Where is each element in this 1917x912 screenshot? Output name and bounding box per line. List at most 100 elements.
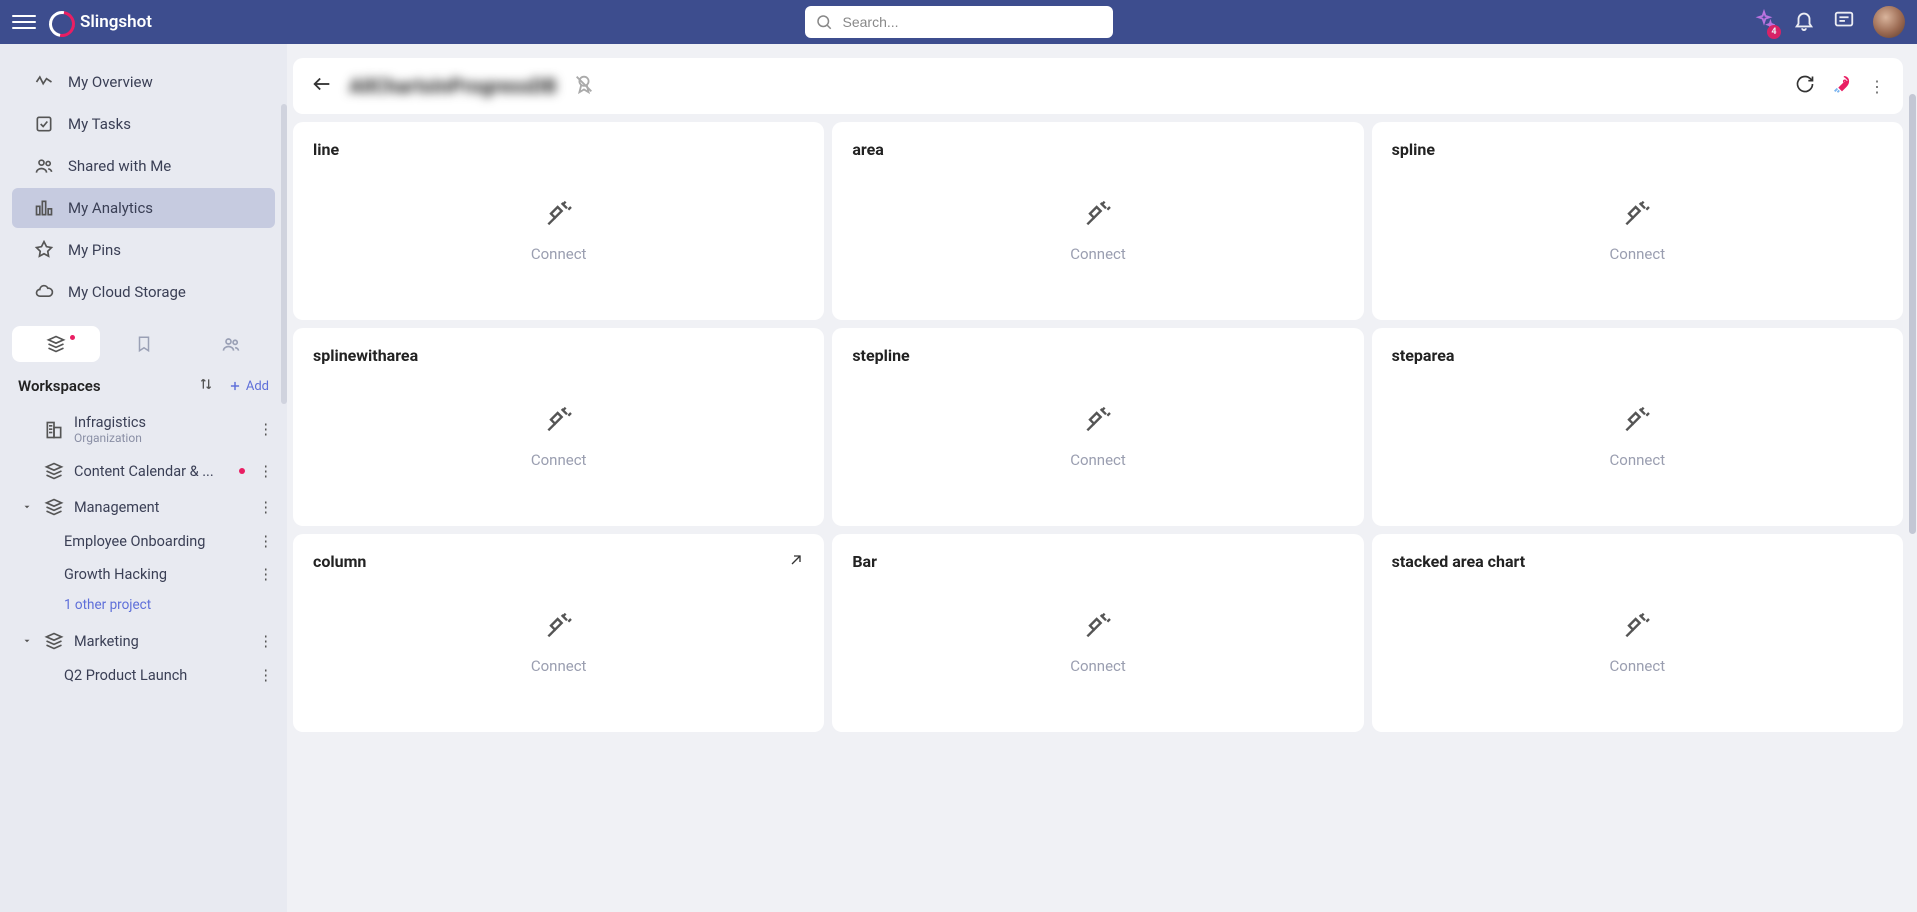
tile-body: Connect xyxy=(1392,365,1883,508)
connect-label: Connect xyxy=(1070,451,1126,469)
plug-icon xyxy=(543,611,575,647)
tile-column[interactable]: column Connect xyxy=(293,534,824,732)
connect-label: Connect xyxy=(1610,451,1666,469)
tile-spline[interactable]: spline Connect xyxy=(1372,122,1903,320)
sidebar: My Overview My Tasks Shared with Me My A… xyxy=(0,44,287,912)
search-input[interactable] xyxy=(805,6,1113,38)
tile-line[interactable]: line Connect xyxy=(293,122,824,320)
workspace-label: Management xyxy=(74,499,245,516)
sidebar-item-label: My Tasks xyxy=(68,115,131,133)
expand-icon[interactable] xyxy=(788,552,804,572)
chat-icon[interactable] xyxy=(1833,9,1855,35)
tile-body: Connect xyxy=(1392,571,1883,714)
refresh-button[interactable] xyxy=(1795,74,1815,98)
ai-sparkle-icon[interactable]: 4 xyxy=(1753,9,1775,35)
workspace-more-icon[interactable]: ⋮ xyxy=(255,533,278,550)
sidebar-item-analytics[interactable]: My Analytics xyxy=(12,188,275,228)
dashboard-grid: line Connect area Connect spline C xyxy=(293,122,1903,732)
workspace-content-calendar[interactable]: Content Calendar & ... ⋮ xyxy=(0,453,287,489)
sidebar-item-pins[interactable]: My Pins xyxy=(12,230,275,270)
connect-label: Connect xyxy=(531,245,587,263)
workspace-more-icon[interactable]: ⋮ xyxy=(255,421,278,438)
tab-bookmarks[interactable] xyxy=(100,326,188,362)
tile-stepline[interactable]: stepline Connect xyxy=(832,328,1363,526)
search-icon xyxy=(815,13,833,35)
sidebar-item-label: My Pins xyxy=(68,241,121,259)
rocket-icon[interactable] xyxy=(1831,73,1853,99)
tab-people[interactable] xyxy=(187,326,275,362)
workspace-other-projects-link[interactable]: 1 other project xyxy=(0,591,287,623)
add-workspace-button[interactable]: Add xyxy=(228,379,269,394)
tile-body: Connect xyxy=(852,571,1343,714)
workspace-more-icon[interactable]: ⋮ xyxy=(255,566,278,583)
tab-workspaces[interactable] xyxy=(12,326,100,362)
workspace-q2-launch[interactable]: Q2 Product Launch ⋮ xyxy=(0,659,287,692)
workspace-more-icon[interactable]: ⋮ xyxy=(255,667,278,684)
workspace-marketing[interactable]: Marketing ⋮ xyxy=(0,623,287,659)
plug-icon xyxy=(543,199,575,235)
plug-icon xyxy=(1621,199,1653,235)
workspace-label: Infragistics xyxy=(74,414,146,431)
workspace-label: Growth Hacking xyxy=(64,566,245,583)
sidebar-item-cloud[interactable]: My Cloud Storage xyxy=(12,272,275,312)
workspaces-header: Workspaces Add xyxy=(0,362,287,406)
tile-body: Connect xyxy=(313,159,804,302)
tile-bar[interactable]: Bar Connect xyxy=(832,534,1363,732)
sidebar-item-label: Shared with Me xyxy=(68,157,171,175)
page-title: AllChartsInProgressDB xyxy=(349,74,557,98)
workspace-employee-onboarding[interactable]: Employee Onboarding ⋮ xyxy=(0,525,287,558)
tile-title: stacked area chart xyxy=(1392,552,1883,571)
tile-title: Bar xyxy=(852,552,1343,571)
header-actions: 4 xyxy=(1753,6,1905,38)
sidebar-item-label: My Cloud Storage xyxy=(68,283,186,301)
tile-splinewitharea[interactable]: splinewitharea Connect xyxy=(293,328,824,526)
connect-label: Connect xyxy=(531,657,587,675)
workspace-growth-hacking[interactable]: Growth Hacking ⋮ xyxy=(0,558,287,591)
workspace-more-icon[interactable]: ⋮ xyxy=(255,463,278,480)
workspace-more-icon[interactable]: ⋮ xyxy=(255,633,278,650)
sidebar-item-shared[interactable]: Shared with Me xyxy=(12,146,275,186)
connect-label: Connect xyxy=(531,451,587,469)
caret-down-icon[interactable] xyxy=(22,633,34,650)
sidebar-item-label: My Analytics xyxy=(68,199,153,217)
ai-badge: 4 xyxy=(1767,25,1781,39)
user-avatar[interactable] xyxy=(1873,6,1905,38)
main-scrollbar[interactable] xyxy=(1909,94,1916,534)
connect-label: Connect xyxy=(1070,245,1126,263)
workspace-org[interactable]: Infragistics Organization ⋮ xyxy=(0,406,287,453)
plug-icon xyxy=(1621,405,1653,441)
tab-notification-dot-icon xyxy=(70,335,75,340)
main-content: AllChartsInProgressDB ⋮ line Connect xyxy=(287,44,1917,912)
tile-body: Connect xyxy=(1392,159,1883,302)
plug-icon xyxy=(543,405,575,441)
tile-title: column xyxy=(313,552,804,571)
connect-label: Connect xyxy=(1610,657,1666,675)
plug-icon xyxy=(1621,611,1653,647)
sidebar-item-tasks[interactable]: My Tasks xyxy=(12,104,275,144)
workspace-management[interactable]: Management ⋮ xyxy=(0,489,287,525)
back-button[interactable] xyxy=(311,73,333,99)
tile-body: Connect xyxy=(852,365,1343,508)
workspace-label: Content Calendar & ... xyxy=(74,463,229,480)
app-header: Slingshot 4 xyxy=(0,0,1917,44)
sort-icon[interactable] xyxy=(198,376,214,396)
notifications-icon[interactable] xyxy=(1793,9,1815,35)
workspace-more-icon[interactable]: ⋮ xyxy=(255,499,278,516)
tile-title: line xyxy=(313,140,804,159)
page-header: AllChartsInProgressDB ⋮ xyxy=(293,58,1903,114)
tile-body: Connect xyxy=(852,159,1343,302)
tile-stacked-area[interactable]: stacked area chart Connect xyxy=(1372,534,1903,732)
more-options-button[interactable]: ⋮ xyxy=(1869,77,1885,96)
tile-steparea[interactable]: steparea Connect xyxy=(1372,328,1903,526)
caret-down-icon[interactable] xyxy=(22,499,34,516)
award-icon[interactable] xyxy=(573,73,595,99)
workspace-label: Q2 Product Launch xyxy=(64,667,245,684)
brand-logo[interactable]: Slingshot xyxy=(48,10,152,34)
tile-body: Connect xyxy=(313,571,804,714)
menu-toggle-button[interactable] xyxy=(12,10,36,34)
tile-area[interactable]: area Connect xyxy=(832,122,1363,320)
sidebar-item-overview[interactable]: My Overview xyxy=(12,62,275,102)
tile-body: Connect xyxy=(313,365,804,508)
brand-name: Slingshot xyxy=(80,12,152,32)
tile-title: spline xyxy=(1392,140,1883,159)
